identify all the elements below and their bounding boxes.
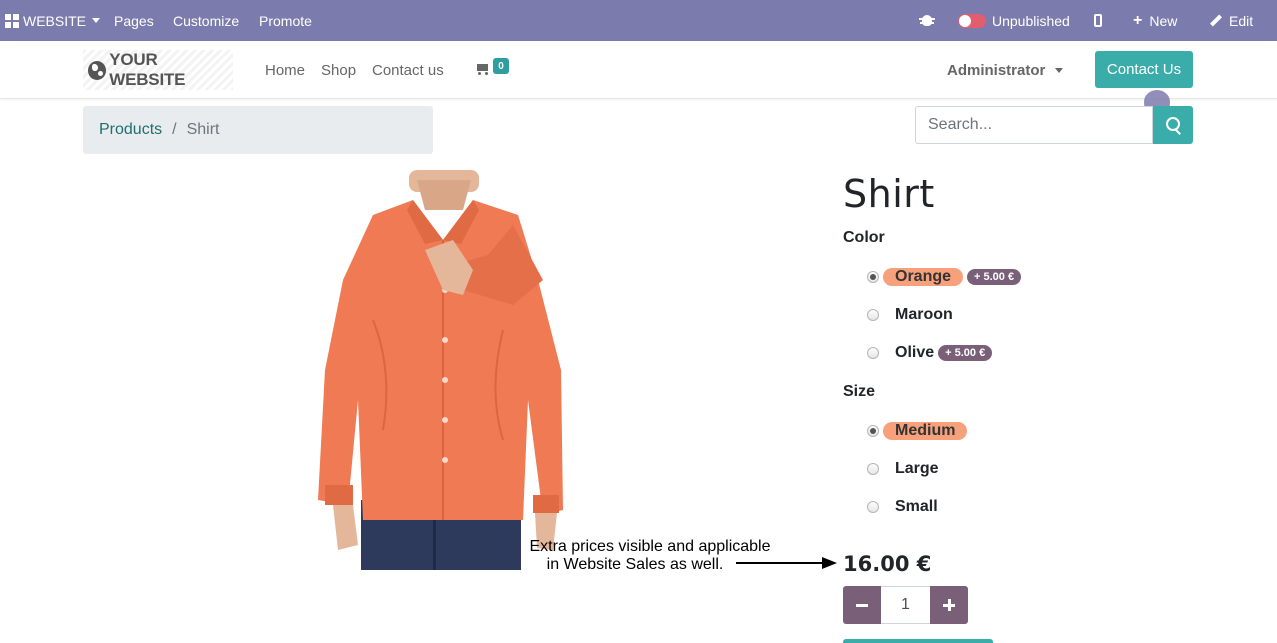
apps-grid-icon <box>5 13 19 28</box>
user-menu[interactable]: Administrator <box>947 41 1064 99</box>
new-button[interactable]: + New <box>1133 0 1177 41</box>
add-to-cart-button[interactable] <box>843 639 993 643</box>
search-input[interactable] <box>915 106 1153 144</box>
user-name: Administrator <box>947 61 1046 79</box>
nav-contact-us[interactable]: Contact us <box>372 41 444 99</box>
breadcrumb-current: Shirt <box>186 121 220 138</box>
breadcrumb: Products / Shirt <box>83 106 433 154</box>
bug-icon <box>919 15 935 26</box>
extra-price-badge: + 5.00 € <box>938 345 993 361</box>
color-option-orange[interactable]: Orange + 5.00 € <box>867 266 1022 288</box>
website-menu-label: WEBSITE <box>23 12 87 29</box>
option-label: Large <box>895 460 939 477</box>
color-option-olive[interactable]: Olive + 5.00 € <box>867 342 993 364</box>
extra-price-badge: + 5.00 € <box>967 269 1022 285</box>
size-option-large[interactable]: Large <box>867 458 939 480</box>
product-price: 16.00 € <box>843 552 932 576</box>
color-option-maroon[interactable]: Maroon <box>867 304 953 326</box>
promote-menu[interactable]: Promote <box>259 0 312 41</box>
option-label: Small <box>895 498 938 515</box>
logo-text: YOUR WEBSITE <box>109 50 186 89</box>
debug-button[interactable] <box>919 0 935 41</box>
website-edit-bar: WEBSITE Pages Customize Promote Unpublis… <box>0 0 1277 41</box>
chevron-down-icon <box>1055 67 1064 73</box>
annotation-arrow-icon <box>736 557 837 569</box>
mobile-icon <box>1094 14 1102 27</box>
site-logo[interactable]: YOUR WEBSITE <box>83 50 233 90</box>
radio-button[interactable] <box>867 309 879 321</box>
radio-button[interactable] <box>867 501 879 513</box>
globe-icon <box>88 60 107 80</box>
chevron-down-icon <box>92 18 101 23</box>
quantity-decrease-button[interactable] <box>843 586 881 624</box>
site-header: YOUR WEBSITE Home Shop Contact us 0 Admi… <box>0 41 1277 120</box>
new-button-label: New <box>1149 12 1178 29</box>
publish-status-label: Unpublished <box>992 12 1070 29</box>
quantity-input[interactable] <box>881 586 930 624</box>
search-button[interactable] <box>1153 106 1193 144</box>
option-label: Medium <box>883 422 968 440</box>
toggle-switch-icon[interactable] <box>958 13 986 28</box>
radio-button[interactable] <box>867 463 879 475</box>
radio-button[interactable] <box>867 425 879 437</box>
plus-icon: + <box>1133 11 1143 29</box>
edit-button-label: Edit <box>1229 12 1254 29</box>
mobile-preview-button[interactable] <box>1094 0 1102 41</box>
option-label: Maroon <box>895 306 953 323</box>
pencil-icon <box>1210 15 1221 26</box>
breadcrumb-products-link[interactable]: Products <box>99 121 162 139</box>
quantity-increase-button[interactable] <box>930 586 968 624</box>
size-attribute-label: Size <box>843 383 876 400</box>
cart-count-badge: 0 <box>493 58 509 74</box>
edit-button[interactable]: Edit <box>1210 0 1253 41</box>
pages-menu[interactable]: Pages <box>114 0 154 41</box>
contact-us-button[interactable]: Contact Us <box>1095 51 1193 88</box>
size-option-medium[interactable]: Medium <box>867 420 968 442</box>
option-label: Olive <box>895 344 935 361</box>
product-image <box>318 170 563 570</box>
product-title: Shirt <box>843 172 935 216</box>
customize-menu[interactable]: Customize <box>173 0 239 41</box>
color-attribute-label: Color <box>843 229 885 246</box>
website-menu[interactable]: WEBSITE <box>5 0 101 41</box>
nav-shop[interactable]: Shop <box>321 41 356 99</box>
nav-home[interactable]: Home <box>265 41 305 99</box>
radio-button[interactable] <box>867 271 879 283</box>
radio-button[interactable] <box>867 347 879 359</box>
option-label: Orange <box>883 268 964 286</box>
cart-icon[interactable] <box>475 62 491 76</box>
size-option-small[interactable]: Small <box>867 496 938 518</box>
publish-toggle[interactable]: Unpublished <box>958 0 1070 41</box>
annotation-line-1: Extra prices visible and applicable <box>529 538 771 555</box>
breadcrumb-separator: / <box>172 121 177 138</box>
